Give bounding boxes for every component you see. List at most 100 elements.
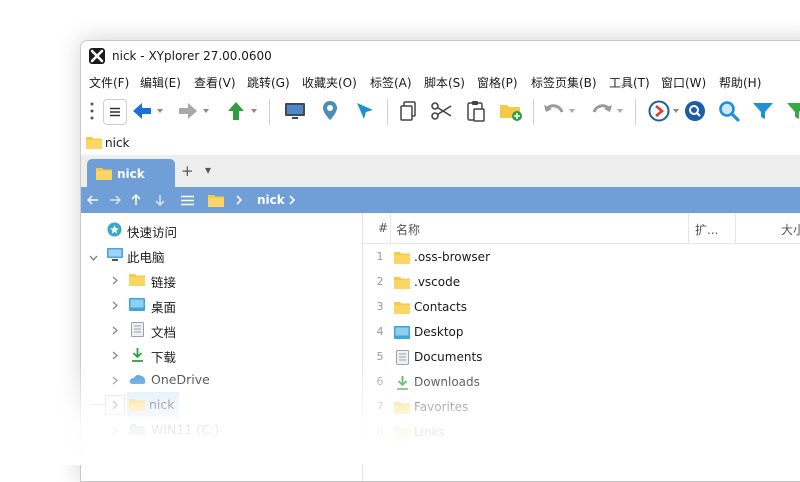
menu-scripting[interactable]: 脚本(S): [424, 74, 465, 91]
bc-menu-icon[interactable]: [181, 187, 197, 213]
expand-box[interactable]: [105, 395, 125, 415]
forward-button[interactable]: [175, 93, 201, 129]
computer-button[interactable]: [281, 93, 309, 129]
location-pin-icon: [323, 101, 337, 120]
paste-button[interactable]: [463, 93, 489, 129]
find-icon: [685, 101, 705, 121]
menu-tabsets[interactable]: 标签页集(B): [531, 74, 597, 91]
menu-tools[interactable]: 工具(T): [609, 74, 650, 91]
file-row[interactable]: 6 Downloads: [363, 370, 800, 395]
back-dropdown-icon[interactable]: [155, 93, 165, 129]
folder-icon: [129, 398, 145, 414]
up-button[interactable]: [223, 93, 249, 129]
copy-button[interactable]: [395, 93, 421, 129]
tree-item-this-pc[interactable]: 此电脑: [81, 242, 361, 267]
window-title: nick - XYplorer 27.00.0600: [112, 49, 272, 63]
cursor-button[interactable]: [351, 93, 379, 129]
tab-nick[interactable]: nick: [87, 159, 175, 187]
bc-down-icon[interactable]: [155, 187, 171, 213]
file-row[interactable]: 8 Links: [363, 420, 800, 445]
add-tab-button[interactable]: +: [181, 162, 194, 180]
redo-button[interactable]: [589, 93, 615, 129]
breadcrumb: nick: [81, 187, 800, 213]
file-row[interactable]: 4 Desktop: [363, 320, 800, 345]
new-folder-button[interactable]: [497, 93, 525, 129]
bc-up-icon[interactable]: [131, 187, 147, 213]
title-bar: nick - XYplorer 27.00.0600: [81, 41, 800, 71]
tab-list-dropdown-icon[interactable]: ▾: [205, 163, 211, 177]
chevron-down-icon[interactable]: [89, 250, 98, 264]
menu-panes[interactable]: 窗格(P): [477, 74, 518, 91]
scissors-icon: [431, 102, 452, 120]
bc-folder-icon[interactable]: [208, 187, 226, 213]
menu-favorites[interactable]: 收藏夹(O): [302, 74, 357, 91]
forward-dropdown-icon[interactable]: [201, 93, 211, 129]
file-row[interactable]: 7 Favorites: [363, 395, 800, 420]
chevron-right-icon[interactable]: [112, 274, 118, 288]
file-row[interactable]: 5 Documents: [363, 345, 800, 370]
paste-icon: [467, 101, 485, 122]
chevron-right-icon[interactable]: [112, 299, 118, 313]
drive-icon: [129, 423, 145, 439]
tree-item-desktop[interactable]: 桌面: [81, 292, 361, 317]
file-row[interactable]: 2 .vscode: [363, 270, 800, 295]
main-menu-button[interactable]: [103, 99, 127, 125]
toolbar: [81, 93, 800, 131]
tab-strip: nick + ▾: [81, 155, 800, 187]
tree-item-documents[interactable]: 文档: [81, 317, 361, 342]
tree-item-nick[interactable]: nick: [81, 392, 361, 417]
menu-edit[interactable]: 编辑(E): [140, 74, 181, 91]
column-size[interactable]: 大小: [781, 221, 800, 238]
menu-go[interactable]: 跳转(G): [247, 74, 290, 91]
bc-chevron-icon[interactable]: [289, 187, 299, 213]
menu-help[interactable]: 帮助(H): [719, 74, 761, 91]
file-list: # 名称 扩... 大小 1 .oss-browser 2 .vscode 3 …: [362, 213, 800, 481]
up-dropdown-icon[interactable]: [249, 93, 259, 129]
menu-file[interactable]: 文件(F): [89, 74, 129, 91]
menu-window[interactable]: 窗口(W): [661, 74, 706, 91]
chevron-right-icon[interactable]: [112, 374, 118, 388]
file-row[interactable]: 1 .oss-browser: [363, 245, 800, 270]
redo-dropdown-icon[interactable]: [615, 93, 625, 129]
drag-handle-icon[interactable]: [87, 93, 97, 129]
cut-button[interactable]: [429, 93, 455, 129]
tree-item-quick-access[interactable]: 快速访问: [81, 217, 361, 242]
main-menu-icon: [110, 107, 120, 117]
bc-current[interactable]: nick: [257, 193, 285, 207]
redo-icon: [592, 104, 612, 113]
tree-item-links[interactable]: 链接: [81, 267, 361, 292]
bc-forward-icon[interactable]: [109, 187, 125, 213]
filter-button[interactable]: [749, 93, 777, 129]
tree-item-onedrive[interactable]: OneDrive: [81, 367, 361, 392]
computer-icon: [285, 103, 305, 119]
file-name: Favorites: [414, 400, 469, 414]
filter-green-button[interactable]: [783, 93, 800, 129]
location-button[interactable]: [317, 93, 343, 129]
menu-tags[interactable]: 标签(A): [370, 74, 412, 91]
folder-icon: [86, 136, 102, 152]
column-name[interactable]: 名称: [396, 221, 420, 238]
column-ext[interactable]: 扩...: [695, 221, 718, 238]
quick-search-button[interactable]: [715, 93, 743, 129]
script-run-button[interactable]: [645, 93, 673, 129]
find-button[interactable]: [681, 93, 709, 129]
script-dropdown-icon[interactable]: [671, 93, 681, 129]
menu-bar: 文件(F) 编辑(E) 查看(V) 跳转(G) 收藏夹(O) 标签(A) 脚本(…: [81, 71, 800, 93]
bc-chevron-icon[interactable]: [236, 187, 246, 213]
column-num[interactable]: #: [378, 221, 388, 235]
address-path[interactable]: nick: [105, 136, 130, 150]
chevron-right-icon[interactable]: [112, 424, 118, 438]
back-button[interactable]: [129, 93, 155, 129]
tree-item-drive-c[interactable]: WIN11 (C:): [81, 417, 361, 442]
xyplorer-logo-icon: [89, 48, 105, 64]
chevron-right-icon[interactable]: [112, 324, 118, 338]
file-name: Links: [414, 425, 445, 439]
address-bar[interactable]: nick: [81, 131, 800, 155]
chevron-right-icon[interactable]: [112, 349, 118, 363]
undo-dropdown-icon[interactable]: [567, 93, 577, 129]
bc-back-icon[interactable]: [87, 187, 103, 213]
tree-item-downloads[interactable]: 下载: [81, 342, 361, 367]
file-row[interactable]: 3 Contacts: [363, 295, 800, 320]
undo-button[interactable]: [541, 93, 567, 129]
menu-view[interactable]: 查看(V): [194, 74, 236, 91]
